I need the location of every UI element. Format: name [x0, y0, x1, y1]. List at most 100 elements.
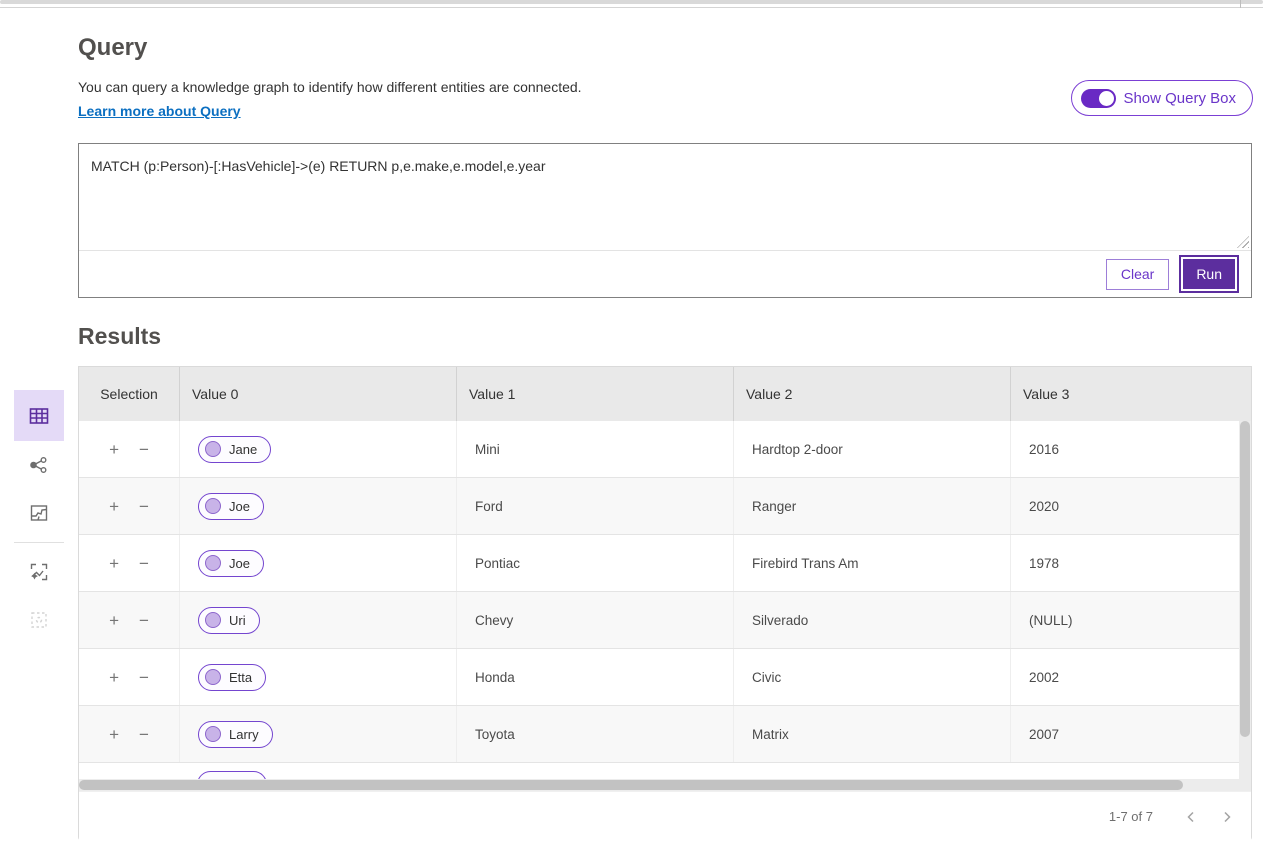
- toggle-switch-icon[interactable]: [1081, 89, 1116, 108]
- column-header: Value 1: [456, 367, 733, 421]
- query-panel: MATCH (p:Person)-[:HasVehicle]->(e) RETU…: [78, 143, 1252, 298]
- entity-chip[interactable]: Etta: [198, 664, 266, 691]
- run-button[interactable]: Run: [1183, 259, 1235, 289]
- add-to-selection-button[interactable]: +: [107, 667, 121, 688]
- entity-cell: Uri: [179, 592, 456, 648]
- add-to-selection-button[interactable]: +: [107, 610, 121, 631]
- map-view-button[interactable]: [14, 489, 64, 537]
- entity-chip-label: Etta: [229, 670, 252, 685]
- entity-cell: Joe: [179, 535, 456, 591]
- new-map-button[interactable]: [14, 548, 64, 596]
- entity-cell: Etta: [179, 649, 456, 705]
- table-footer: 1-7 of 7: [79, 791, 1251, 841]
- outer-horizontal-scrollbar[interactable]: [0, 0, 1263, 4]
- table-horizontal-scrollbar[interactable]: [79, 779, 1251, 791]
- selection-cell: + −: [79, 706, 179, 762]
- pagination-range: 1-7 of 7: [1109, 809, 1153, 824]
- panel-edge-tick: [1240, 0, 1241, 8]
- column-header: Value 2: [733, 367, 1010, 421]
- new-link-chart-icon: [27, 608, 51, 632]
- selection-cell: + −: [79, 592, 179, 648]
- add-to-selection-button[interactable]: +: [107, 724, 121, 745]
- results-title: Results: [78, 323, 161, 350]
- entity-chip[interactable]: Jane: [198, 436, 271, 463]
- entity-chip-label: Uri: [229, 613, 246, 628]
- make-cell: Honda: [456, 649, 733, 705]
- make-cell: Ford: [456, 478, 733, 534]
- entity-chip[interactable]: [197, 771, 267, 779]
- page-description: You can query a knowledge graph to ident…: [78, 79, 582, 95]
- new-map-icon: [27, 560, 51, 584]
- remove-from-selection-button[interactable]: −: [137, 610, 151, 631]
- remove-from-selection-button[interactable]: −: [137, 496, 151, 517]
- entity-cell: Larry: [179, 706, 456, 762]
- remove-from-selection-button[interactable]: −: [137, 553, 151, 574]
- year-cell: 1978: [1010, 535, 1251, 591]
- column-header: Value 3: [1010, 367, 1251, 421]
- remove-from-selection-button[interactable]: −: [137, 724, 151, 745]
- selection-cell: + −: [79, 649, 179, 705]
- remove-from-selection-button[interactable]: −: [137, 439, 151, 460]
- vertical-scrollbar-thumb[interactable]: [1240, 421, 1250, 737]
- table-row: + − Jane Mini Hardtop 2-door 2016: [79, 421, 1251, 478]
- previous-page-button[interactable]: [1177, 803, 1205, 831]
- model-cell: Silverado: [733, 592, 1010, 648]
- chevron-right-icon: [1219, 809, 1235, 825]
- query-input[interactable]: MATCH (p:Person)-[:HasVehicle]->(e) RETU…: [79, 144, 1251, 250]
- query-actions: Clear Run: [79, 251, 1251, 297]
- entity-chip-label: Jane: [229, 442, 257, 457]
- new-link-chart-button: [14, 596, 64, 644]
- remove-from-selection-button[interactable]: −: [137, 667, 151, 688]
- table-header-row: SelectionValue 0Value 1Value 2Value 3: [79, 367, 1251, 421]
- entity-cell: Jane: [179, 421, 456, 477]
- add-to-selection-button[interactable]: +: [107, 496, 121, 517]
- next-page-button[interactable]: [1213, 803, 1241, 831]
- make-cell: Toyota: [456, 706, 733, 762]
- link-chart-view-button[interactable]: [14, 441, 64, 489]
- entity-chip-label: Joe: [229, 499, 250, 514]
- add-to-selection-button[interactable]: +: [107, 439, 121, 460]
- entity-cell: Joe: [179, 478, 456, 534]
- table-row: + − Larry Toyota Matrix 2007: [79, 706, 1251, 763]
- entity-chip[interactable]: Joe: [198, 550, 264, 577]
- year-cell: (NULL): [1010, 592, 1251, 648]
- selection-cell: + −: [79, 421, 179, 477]
- column-header: Value 0: [179, 367, 456, 421]
- link-chart-view-icon: [27, 453, 51, 477]
- table-row: + − Etta Honda Civic 2002: [79, 649, 1251, 706]
- add-to-selection-button[interactable]: +: [107, 553, 121, 574]
- entity-node-icon: [205, 726, 221, 742]
- entity-chip-label: Larry: [229, 727, 259, 742]
- table-row: + − Joe Ford Ranger 2020: [79, 478, 1251, 535]
- column-header: Selection: [79, 367, 179, 421]
- entity-node-icon: [205, 498, 221, 514]
- partial-table-row: [79, 763, 1251, 779]
- make-cell: Mini: [456, 421, 733, 477]
- year-cell: 2020: [1010, 478, 1251, 534]
- learn-more-link[interactable]: Learn more about Query: [78, 103, 241, 119]
- model-cell: Firebird Trans Am: [733, 535, 1010, 591]
- entity-chip-label: Joe: [229, 556, 250, 571]
- horizontal-scrollbar-thumb[interactable]: [79, 780, 1183, 790]
- entity-chip[interactable]: Uri: [198, 607, 260, 634]
- toggle-knob: [1099, 91, 1114, 106]
- selection-cell: + −: [79, 535, 179, 591]
- model-cell: Matrix: [733, 706, 1010, 762]
- entity-chip[interactable]: Joe: [198, 493, 264, 520]
- table-body: + − Jane Mini Hardtop 2-door 2016 + − Jo…: [79, 421, 1251, 779]
- show-query-box-toggle[interactable]: Show Query Box: [1071, 80, 1253, 116]
- view-rail-divider: [14, 542, 64, 543]
- table-vertical-scrollbar[interactable]: [1239, 421, 1251, 779]
- entity-node-icon: [205, 441, 221, 457]
- clear-button[interactable]: Clear: [1106, 259, 1169, 290]
- entity-chip[interactable]: Larry: [198, 721, 273, 748]
- page-title: Query: [78, 34, 147, 62]
- table-view-button[interactable]: [14, 390, 64, 441]
- model-cell: Ranger: [733, 478, 1010, 534]
- entity-node-icon: [205, 612, 221, 628]
- make-cell: Chevy: [456, 592, 733, 648]
- entity-node-icon: [205, 555, 221, 571]
- table-view-icon: [27, 404, 51, 428]
- model-cell: Civic: [733, 649, 1010, 705]
- run-button-focus-ring: Run: [1179, 255, 1239, 293]
